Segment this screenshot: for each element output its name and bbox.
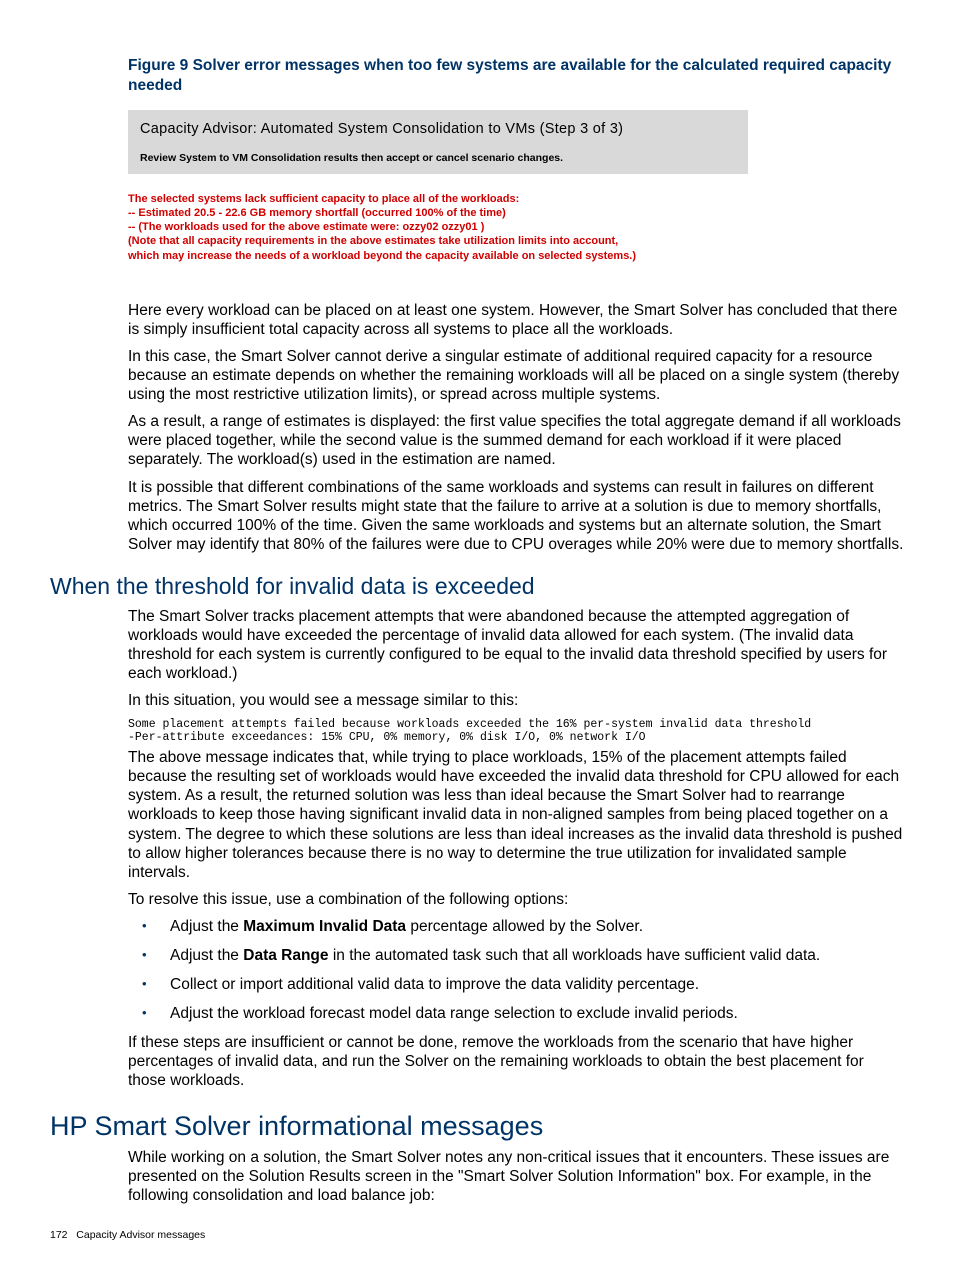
bold-term: Maximum Invalid Data [243,918,406,935]
error-screenshot: Capacity Advisor: Automated System Conso… [128,110,748,173]
body-paragraph: To resolve this issue, use a combination… [128,890,904,909]
list-item: Collect or import additional valid data … [128,975,904,994]
body-paragraph: It is possible that different combinatio… [128,478,904,554]
error-subtitle: Review System to VM Consolidation result… [140,152,736,165]
body-paragraph: In this case, the Smart Solver cannot de… [128,347,904,404]
list-item: Adjust the Maximum Invalid Data percenta… [128,917,904,936]
list-text: in the automated task such that all work… [329,947,821,964]
code-block: Some placement attempts failed because w… [128,718,904,744]
body-paragraph: The Smart Solver tracks placement attemp… [128,607,904,683]
heading-threshold: When the threshold for invalid data is e… [50,572,904,601]
body-paragraph: The above message indicates that, while … [128,748,904,881]
list-item: Adjust the Data Range in the automated t… [128,946,904,965]
list-text: Adjust the [170,947,243,964]
body-paragraph: While working on a solution, the Smart S… [128,1148,904,1205]
red-line: (Note that all capacity requirements in … [128,234,904,248]
list-text: Adjust the [170,918,243,935]
body-paragraph: In this situation, you would see a messa… [128,691,904,710]
page-footer: 172 Capacity Advisor messages [50,1229,904,1242]
bold-term: Data Range [243,947,328,964]
page-number: 172 [50,1229,68,1241]
red-line: -- (The workloads used for the above est… [128,220,904,234]
error-title: Capacity Advisor: Automated System Conso… [140,120,736,138]
figure-caption: Figure 9 Solver error messages when too … [128,56,904,96]
body-paragraph: If these steps are insufficient or canno… [128,1033,904,1090]
list-item: Adjust the workload forecast model data … [128,1004,904,1023]
footer-section: Capacity Advisor messages [76,1229,205,1241]
list-text: percentage allowed by the Solver. [406,918,643,935]
error-red-text: The selected systems lack sufficient cap… [128,192,904,263]
body-paragraph: As a result, a range of estimates is dis… [128,412,904,469]
body-paragraph: Here every workload can be placed on at … [128,301,904,339]
red-line: The selected systems lack sufficient cap… [128,192,904,206]
options-list: Adjust the Maximum Invalid Data percenta… [128,917,904,1023]
red-line: -- Estimated 20.5 - 22.6 GB memory short… [128,206,904,220]
red-line: which may increase the needs of a worklo… [128,249,904,263]
heading-informational: HP Smart Solver informational messages [50,1110,904,1144]
